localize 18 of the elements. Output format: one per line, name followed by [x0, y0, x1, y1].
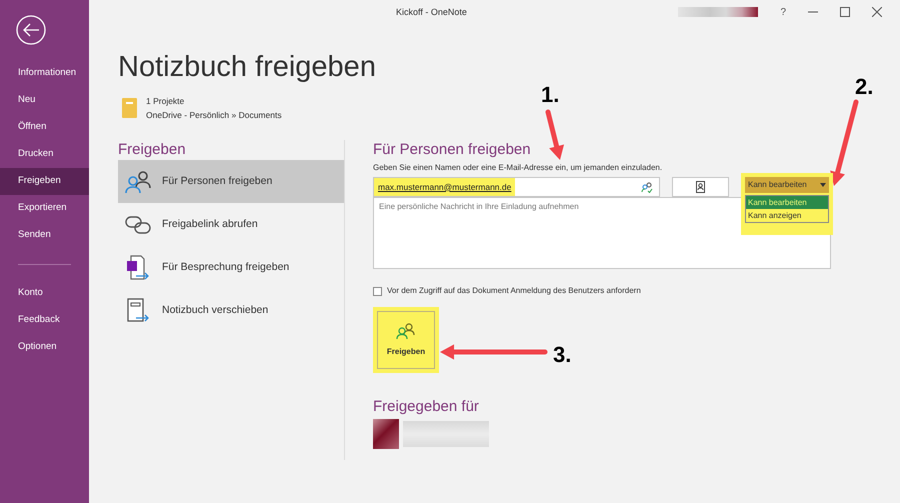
recipient-value: max.mustermann@mustermann.de	[374, 178, 516, 196]
share-option-label: Für Besprechung freigeben	[162, 260, 290, 275]
share-option-label: Notizbuch verschieben	[162, 302, 268, 318]
step-number: 3.	[553, 341, 572, 369]
page-title: Notizbuch freigeben	[118, 50, 377, 84]
notebook-location: OneDrive - Persönlich » Documents	[146, 109, 282, 122]
instruction-text: Geben Sie einen Namen oder eine E-Mail-Adresse ein, um jemanden einzuladen.	[373, 162, 664, 174]
step-number: 2.	[855, 73, 874, 101]
window-title: Kickoff - OneNote	[396, 6, 467, 19]
checkbox-label: Vor dem Zugriff auf das Dokument Anmeldung des Benutzers anfordern	[387, 285, 641, 297]
share-option-label: Für Personen freigeben	[162, 174, 272, 189]
shared-with-heading: Freigegeben für	[373, 397, 480, 417]
section-heading: Freigeben	[118, 140, 187, 160]
message-placeholder: Eine persönliche Nachricht in Ihre Einladung aufnehmen	[379, 202, 579, 211]
panel-heading: Für Personen freigeben	[373, 140, 532, 160]
share-option-label: Freigabelink abrufen	[162, 216, 258, 232]
notebook-name: 1 Projekte	[146, 95, 186, 108]
step-number: 1.	[541, 81, 560, 109]
